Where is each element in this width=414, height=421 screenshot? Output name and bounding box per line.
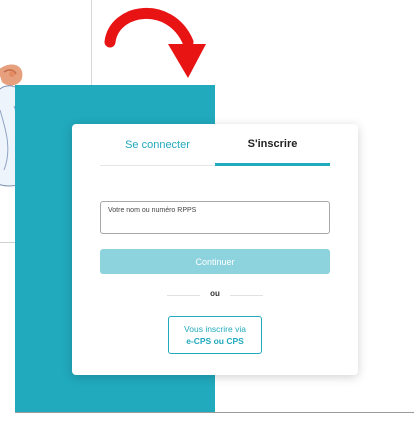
continue-button[interactable]: Continuer — [100, 249, 330, 274]
separator-line-right — [230, 295, 263, 296]
name-rpps-field[interactable]: Votre nom ou numéro RPPS — [100, 201, 330, 234]
tab-signup[interactable]: S'inscrire — [215, 124, 330, 166]
auth-card: Se connecter S'inscrire Votre nom ou num… — [72, 124, 358, 375]
ecps-button-line2: e-CPS ou CPS — [186, 336, 244, 346]
separator-line-left — [167, 295, 200, 296]
curved-arrow-icon — [104, 8, 206, 78]
auth-tabs: Se connecter S'inscrire — [100, 124, 330, 166]
tab-login[interactable]: Se connecter — [100, 124, 215, 166]
page-bottom-border — [15, 412, 414, 413]
ecps-button-line1: Vous inscrire via — [184, 324, 246, 334]
separator-text: ou — [210, 289, 220, 298]
name-rpps-label: Votre nom ou numéro RPPS — [108, 207, 197, 214]
ecps-signup-button[interactable]: Vous inscrire via e-CPS ou CPS — [168, 316, 262, 354]
name-rpps-input[interactable] — [107, 216, 323, 231]
